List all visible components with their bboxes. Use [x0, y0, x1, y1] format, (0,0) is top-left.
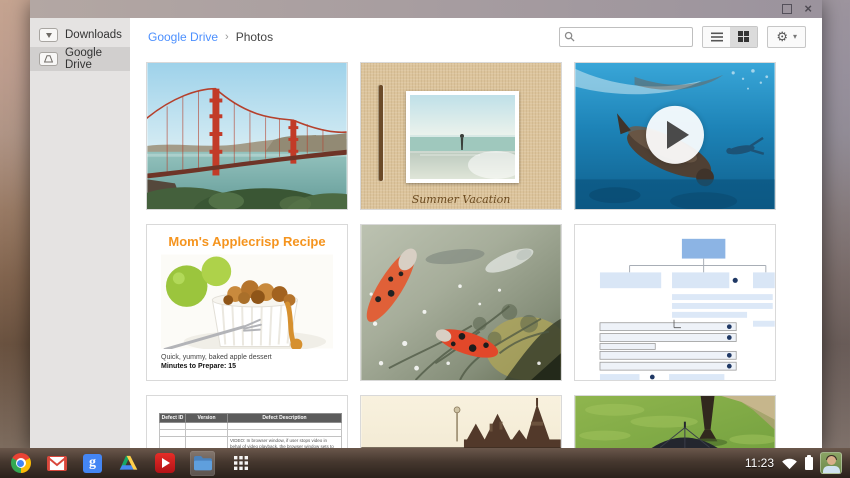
play-button[interactable] [646, 106, 704, 164]
window-titlebar[interactable]: × [30, 0, 822, 18]
breadcrumb-photos: Photos [236, 30, 273, 44]
drive-icon [39, 52, 58, 66]
file-tile-sealion-video[interactable] [574, 62, 776, 210]
file-tile-orgchart-doc[interactable] [574, 224, 776, 381]
taskbar-apps: g [6, 451, 251, 476]
wifi-icon [781, 456, 798, 470]
defect-table-header: Version [186, 414, 228, 423]
app-launcher-grid-icon[interactable] [230, 453, 251, 474]
files-app-window: × Downloads Google Drive [30, 0, 822, 448]
gmail-icon[interactable] [46, 453, 67, 474]
orgchart-document [575, 225, 775, 380]
chrome-launcher-icon[interactable] [10, 453, 31, 474]
youtube-icon[interactable] [154, 453, 175, 474]
file-tile-house-photo[interactable] [360, 395, 562, 448]
files-app-icon[interactable] [190, 451, 215, 476]
maximize-button[interactable] [782, 4, 792, 14]
google-search-icon[interactable]: g [82, 453, 103, 474]
file-tile-summer-vacation-album[interactable]: Summer Vacation [360, 62, 562, 210]
sidebar: Downloads Google Drive [30, 18, 130, 448]
desktop-wallpaper: × Downloads Google Drive [0, 0, 850, 478]
sidebar-item-label: Downloads [65, 29, 122, 41]
close-button[interactable]: × [804, 0, 812, 18]
park-photo [575, 396, 775, 448]
recipe-photo [161, 254, 333, 349]
defect-table-header: Defect ID [160, 414, 186, 423]
album-caption: Summer Vacation [361, 193, 561, 206]
clock: 11:23 [745, 456, 774, 470]
view-toggle [702, 26, 758, 48]
close-icon: × [804, 1, 812, 16]
breadcrumb-google-drive[interactable]: Google Drive [148, 30, 218, 44]
list-view-button[interactable] [703, 27, 730, 47]
system-tray[interactable]: 11:23 [745, 452, 844, 474]
maximize-icon [782, 4, 792, 14]
downloads-icon [39, 28, 58, 42]
search-input[interactable] [575, 30, 688, 44]
breadcrumb: Google Drive › Photos [148, 30, 273, 44]
sidebar-item-google-drive[interactable]: Google Drive [30, 47, 130, 71]
main-pane: Google Drive › Photos [130, 18, 822, 448]
chevron-down-icon: ▾ [793, 33, 797, 41]
bridge-photo [147, 63, 347, 209]
breadcrumb-separator-icon: › [225, 31, 229, 43]
file-tile-park-photo[interactable] [574, 395, 776, 448]
gear-icon: ⚙ [776, 30, 788, 43]
list-view-icon [711, 32, 723, 42]
sidebar-item-label: Google Drive [65, 47, 130, 71]
grid-view-button[interactable] [730, 27, 757, 47]
sidebar-item-downloads[interactable]: Downloads [30, 23, 130, 47]
album-cover-photo [406, 91, 519, 183]
recipe-title: Mom's Applecrisp Recipe [147, 234, 347, 249]
recipe-subtitle: Quick, yummy, baked apple dessert [161, 354, 347, 361]
grid-view-icon [738, 31, 749, 42]
house-photo [361, 396, 561, 448]
file-tile-koi-photo[interactable] [360, 224, 562, 381]
user-avatar[interactable] [820, 452, 842, 474]
file-tile-bridge-photo[interactable] [146, 62, 348, 210]
recipe-prep-time: Minutes to Prepare: 15 [161, 363, 347, 370]
file-grid: Summer Vacation [130, 55, 822, 448]
file-tile-recipe-doc[interactable]: Mom's Applecrisp Recipe [146, 224, 348, 381]
defect-table-header: Defect Description [228, 414, 342, 423]
settings-menu-button[interactable]: ⚙ ▾ [767, 26, 806, 48]
battery-icon [805, 457, 813, 470]
file-tile-defect-table-doc[interactable]: Defect ID Version Defect Description VID… [146, 395, 348, 448]
app-body: Downloads Google Drive Google Drive › Ph… [30, 18, 822, 448]
defect-description: VIDEO: In browser window, if user stops … [228, 437, 342, 448]
play-icon [667, 121, 689, 149]
search-box[interactable] [559, 27, 693, 47]
search-icon [564, 31, 575, 42]
toolbar: Google Drive › Photos [130, 18, 822, 55]
google-drive-icon[interactable] [118, 453, 139, 474]
defect-table: Defect ID Version Defect Description VID… [159, 413, 342, 448]
koi-photo [361, 225, 561, 380]
taskbar: g [0, 448, 850, 478]
album-binding [379, 85, 383, 181]
